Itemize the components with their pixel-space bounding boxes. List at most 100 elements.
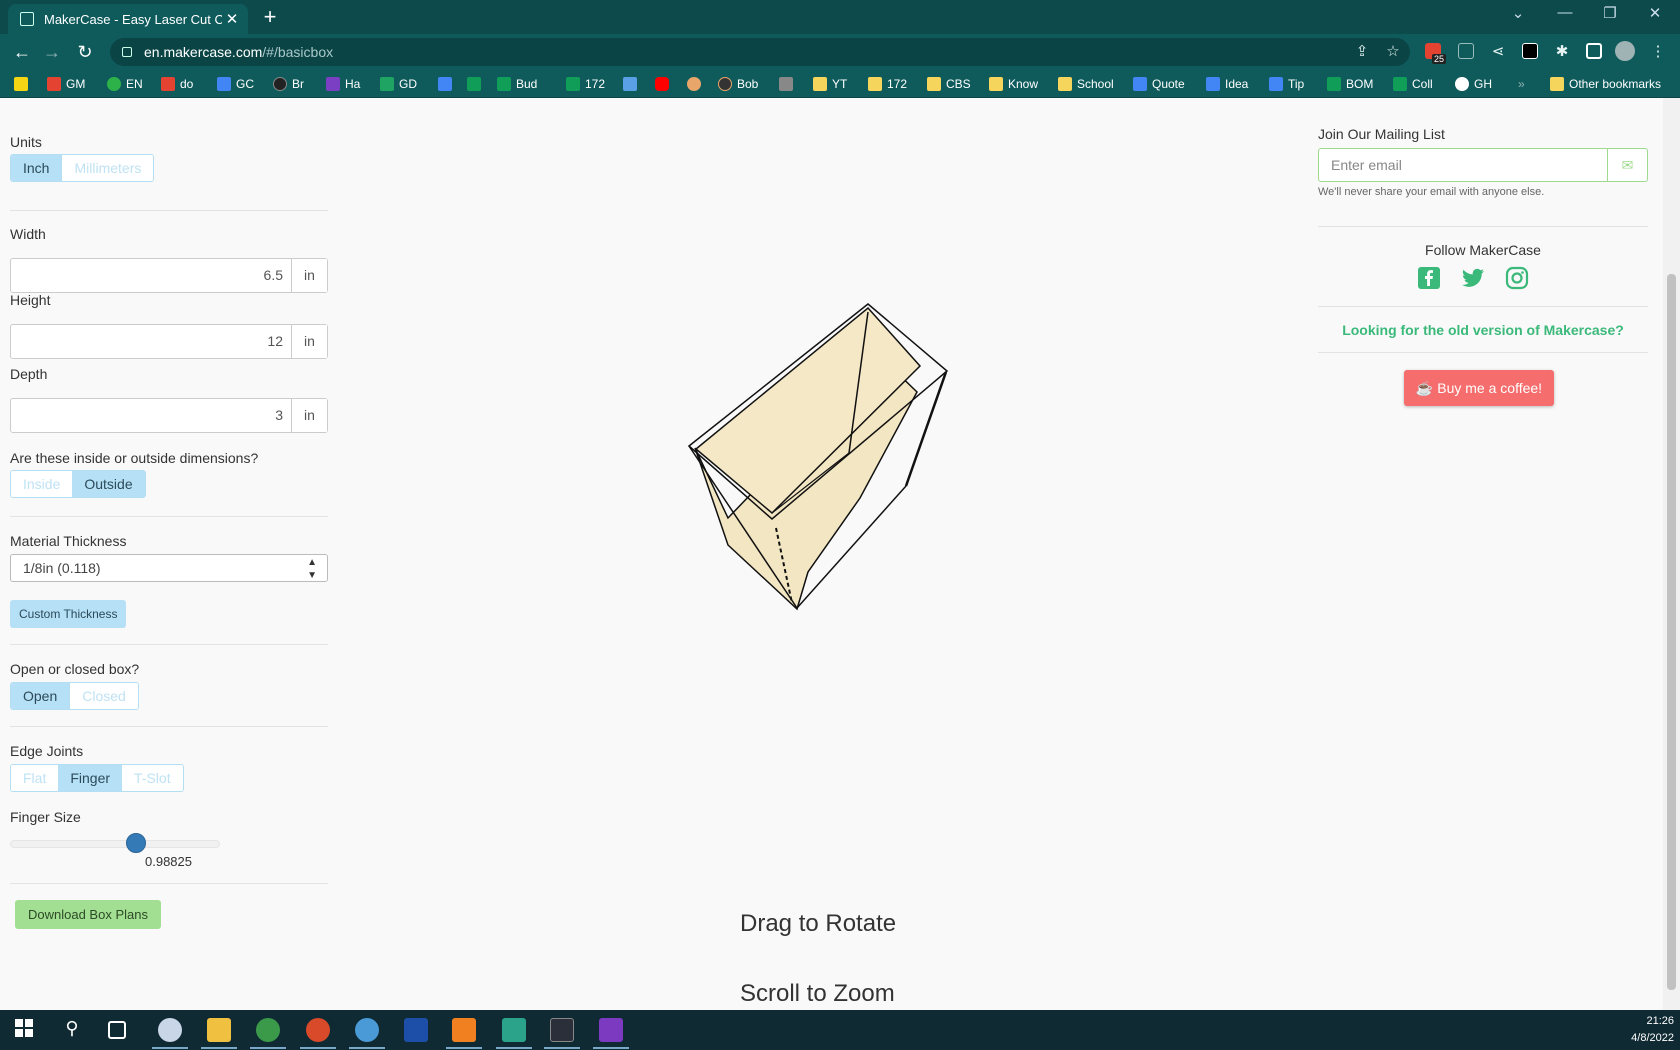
- height-value[interactable]: 12: [11, 325, 291, 358]
- open-box-button[interactable]: Open: [11, 683, 70, 709]
- forward-button[interactable]: →: [40, 40, 64, 64]
- height-field[interactable]: 12 in: [10, 324, 328, 359]
- instagram-icon[interactable]: [1505, 266, 1529, 290]
- box-3d-viewer[interactable]: Drag to Rotate Scroll to Zoom: [340, 98, 1300, 1010]
- download-box-plans-button[interactable]: Download Box Plans: [15, 900, 161, 929]
- app-mf-icon[interactable]: [404, 1018, 428, 1042]
- bookmark-item[interactable]: Ha: [326, 74, 360, 94]
- closed-box-button[interactable]: Closed: [69, 683, 138, 709]
- bookmark-item[interactable]: GM: [47, 74, 85, 94]
- width-field[interactable]: 6.5 in: [10, 258, 328, 293]
- twitter-icon[interactable]: [1461, 266, 1485, 290]
- units-inch-button[interactable]: Inch: [11, 155, 62, 181]
- edge-finger-button[interactable]: Finger: [58, 765, 123, 791]
- edge-tslot-button[interactable]: T-Slot: [122, 765, 183, 791]
- bookmark-item[interactable]: Br: [273, 74, 304, 94]
- share-extension-icon[interactable]: ⋖: [1488, 42, 1508, 60]
- bookmark-item[interactable]: 172: [868, 74, 907, 94]
- side-panel-icon[interactable]: [1586, 43, 1602, 59]
- close-tab-icon[interactable]: ✕: [222, 10, 242, 28]
- dimensions-question: Are these inside or outside dimensions?: [10, 450, 259, 466]
- bookmark-item[interactable]: Know: [989, 74, 1038, 94]
- bookmark-item[interactable]: GD: [380, 74, 417, 94]
- affinity-app-icon[interactable]: [599, 1018, 623, 1042]
- custom-thickness-button[interactable]: Custom Thickness: [10, 600, 127, 628]
- copy-extension-icon[interactable]: [1458, 43, 1474, 59]
- profile-avatar[interactable]: [1615, 41, 1635, 61]
- extensions-puzzle-icon[interactable]: ✱: [1552, 42, 1572, 60]
- bookmark-item[interactable]: GH: [1455, 74, 1492, 94]
- share-icon[interactable]: ⇪: [1352, 42, 1372, 60]
- edge-flat-button[interactable]: Flat: [11, 765, 59, 791]
- file-explorer-icon[interactable]: [207, 1018, 231, 1042]
- bookmark-star-icon[interactable]: ☆: [1383, 42, 1403, 60]
- minimize-button[interactable]: —: [1550, 4, 1580, 21]
- bookmark-item[interactable]: EN: [107, 74, 143, 94]
- bookmark-item[interactable]: YT: [813, 74, 847, 94]
- address-bar[interactable]: en.makercase.com/#/basicbox: [110, 38, 1410, 66]
- bookmark-label: Coll: [1412, 77, 1433, 91]
- fusion-app-icon[interactable]: [452, 1018, 476, 1042]
- bookmarks-overflow-button[interactable]: »: [1518, 74, 1525, 94]
- maximize-button[interactable]: ❐: [1595, 4, 1625, 22]
- buy-me-a-coffee-button[interactable]: ☕ Buy me a coffee!: [1404, 370, 1554, 406]
- facebook-icon[interactable]: [1417, 266, 1441, 290]
- url-host: en.makercase.com: [144, 44, 263, 60]
- browser-tab[interactable]: MakerCase - Easy Laser Cut Case ✕: [8, 4, 248, 34]
- bookmark-item[interactable]: Bob: [718, 74, 758, 94]
- bookmark-item[interactable]: [467, 74, 486, 94]
- bookmark-item[interactable]: [623, 74, 642, 94]
- bookmark-item[interactable]: GC: [217, 74, 254, 94]
- bookmark-item[interactable]: [687, 74, 706, 94]
- play-extension-icon[interactable]: [1522, 43, 1538, 59]
- bookmark-item[interactable]: [655, 74, 674, 94]
- windows-start-icon[interactable]: [14, 1018, 38, 1042]
- finger-size-slider-track[interactable]: [10, 840, 220, 848]
- chrome-profile-icon[interactable]: [355, 1018, 379, 1042]
- bookmark-item[interactable]: CBS: [927, 74, 971, 94]
- bookmark-item[interactable]: [779, 74, 798, 94]
- width-value[interactable]: 6.5: [11, 259, 291, 292]
- bookmark-item[interactable]: Quote: [1133, 74, 1185, 94]
- clock-time: 21:26: [1646, 1015, 1674, 1027]
- material-thickness-select[interactable]: 1/8in (0.118) ▲ ▼: [10, 554, 328, 582]
- old-version-link[interactable]: Looking for the old version of Makercase…: [1318, 322, 1648, 338]
- back-button[interactable]: ←: [10, 40, 34, 64]
- units-millimeters-button[interactable]: Millimeters: [61, 155, 154, 181]
- task-view-icon[interactable]: [108, 1021, 126, 1039]
- email-submit-button[interactable]: ✉: [1608, 148, 1648, 182]
- search-icon[interactable]: ⚲: [60, 1018, 84, 1042]
- bookmark-item[interactable]: Idea: [1206, 74, 1248, 94]
- sheets-icon: [566, 77, 580, 91]
- app-icon[interactable]: [502, 1018, 526, 1042]
- chrome-profile-icon[interactable]: [306, 1018, 330, 1042]
- system-clock[interactable]: 21:26 4/8/2022: [1610, 1013, 1674, 1047]
- other-bookmarks-button[interactable]: Other bookmarks: [1550, 74, 1661, 94]
- close-window-button[interactable]: ✕: [1640, 4, 1670, 22]
- paint-app-icon[interactable]: [158, 1018, 182, 1042]
- tab-search-icon[interactable]: ⌄: [1503, 4, 1533, 22]
- menu-kebab-icon[interactable]: ⋮: [1648, 42, 1668, 60]
- scrollbar-thumb[interactable]: [1667, 274, 1676, 990]
- box-preview-canvas[interactable]: [340, 98, 1300, 1010]
- bookmark-item[interactable]: BOM: [1327, 74, 1373, 94]
- dimensions-inside-button[interactable]: Inside: [11, 471, 73, 497]
- finger-size-slider-handle[interactable]: [126, 833, 146, 853]
- bookmark-item[interactable]: [14, 74, 33, 94]
- email-input[interactable]: Enter email: [1318, 148, 1608, 182]
- bookmark-item[interactable]: Coll: [1393, 74, 1433, 94]
- bookmark-item[interactable]: do: [161, 74, 193, 94]
- depth-value[interactable]: 3: [11, 399, 291, 432]
- bookmark-item[interactable]: Tip: [1269, 74, 1304, 94]
- bookmark-item[interactable]: 172: [566, 74, 605, 94]
- chrome-icon[interactable]: [256, 1018, 280, 1042]
- bookmark-item[interactable]: School: [1058, 74, 1114, 94]
- page-scrollbar[interactable]: [1663, 98, 1680, 1010]
- new-tab-button[interactable]: +: [258, 4, 282, 30]
- bookmark-item[interactable]: [438, 74, 457, 94]
- reload-button[interactable]: ↻: [73, 40, 97, 64]
- depth-field[interactable]: 3 in: [10, 398, 328, 433]
- dimensions-outside-button[interactable]: Outside: [72, 471, 145, 497]
- bookmark-item[interactable]: Bud: [497, 74, 537, 94]
- davinci-resolve-icon[interactable]: [550, 1018, 574, 1042]
